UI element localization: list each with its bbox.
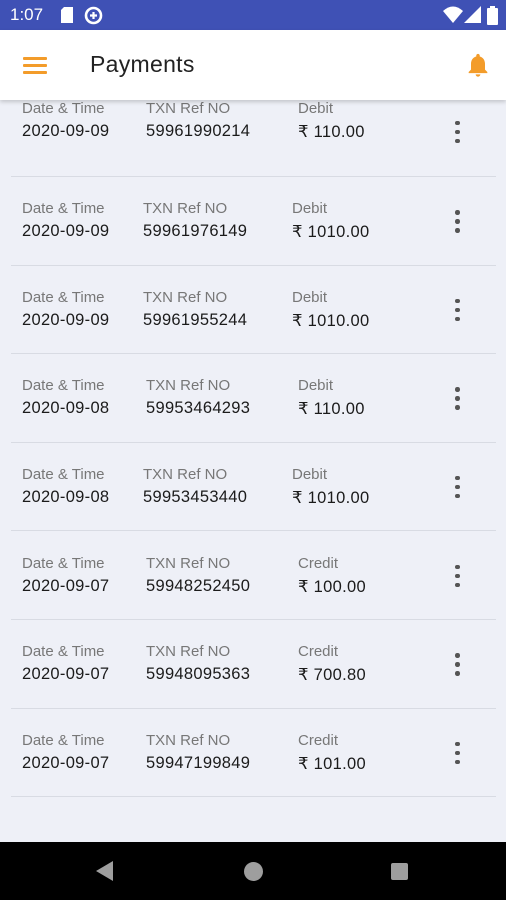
date-label: Date & Time bbox=[22, 100, 105, 117]
amount-value: ₹ 1010.00 bbox=[292, 488, 370, 507]
date-label: Date & Time bbox=[22, 643, 105, 661]
ref-label: TXN Ref NO bbox=[146, 377, 231, 395]
more-options-icon[interactable] bbox=[446, 119, 468, 147]
ref-value: 59961976149 bbox=[143, 222, 248, 241]
wifi-icon bbox=[443, 6, 463, 23]
ref-value: 59953453440 bbox=[143, 487, 248, 506]
date-value: 2020-09-07 bbox=[22, 753, 110, 772]
transaction-row[interactable]: Date & Time 2020-09-08 TXN Ref NO 599534… bbox=[0, 443, 506, 532]
amount-value: ₹ 700.80 bbox=[298, 666, 366, 685]
ref-value: 59961955244 bbox=[143, 310, 248, 329]
transaction-row[interactable]: Date & Time 2020-09-07 TXN Ref NO 599471… bbox=[0, 709, 506, 798]
ref-label: TXN Ref NO bbox=[143, 465, 228, 483]
ref-value: 59948095363 bbox=[146, 665, 251, 684]
type-label: Credit bbox=[298, 731, 339, 749]
amount-value: ₹ 110.00 bbox=[298, 400, 365, 419]
type-label: Credit bbox=[298, 554, 339, 572]
status-time: 1:07 bbox=[10, 5, 44, 24]
transaction-row[interactable]: Date & Time 2020-09-09 TXN Ref NO 599619… bbox=[0, 266, 506, 355]
more-options-icon[interactable] bbox=[446, 385, 468, 413]
ref-label: TXN Ref NO bbox=[143, 288, 228, 306]
amount-value: ₹ 1010.00 bbox=[292, 223, 370, 242]
type-label: Debit bbox=[298, 100, 334, 117]
more-options-icon[interactable] bbox=[446, 740, 468, 768]
ref-label: TXN Ref NO bbox=[146, 731, 231, 749]
data-saver-icon bbox=[84, 6, 103, 25]
transaction-row[interactable]: Date & Time 2020-09-09 TXN Ref NO 599619… bbox=[0, 177, 506, 266]
date-value: 2020-09-08 bbox=[22, 399, 110, 418]
transaction-row[interactable]: Date & Time 2020-09-07 TXN Ref NO 599482… bbox=[0, 532, 506, 621]
ref-label: TXN Ref NO bbox=[146, 554, 231, 572]
amount-value: ₹ 1010.00 bbox=[292, 311, 370, 330]
date-label: Date & Time bbox=[22, 377, 105, 395]
more-options-icon[interactable] bbox=[446, 474, 468, 502]
date-value: 2020-09-09 bbox=[22, 222, 110, 241]
transaction-row[interactable]: Date & Time 2020-09-09 TXN Ref NO 599619… bbox=[0, 100, 506, 178]
amount-value: ₹ 101.00 bbox=[298, 754, 366, 773]
back-icon[interactable] bbox=[96, 861, 113, 881]
ref-label: TXN Ref NO bbox=[146, 100, 231, 117]
more-options-icon[interactable] bbox=[446, 297, 468, 325]
date-label: Date & Time bbox=[22, 200, 105, 218]
ref-value: 59961990214 bbox=[146, 121, 251, 140]
page-title: Payments bbox=[90, 51, 195, 77]
date-value: 2020-09-07 bbox=[22, 576, 110, 595]
more-options-icon[interactable] bbox=[446, 563, 468, 591]
home-icon[interactable] bbox=[244, 862, 263, 881]
type-label: Debit bbox=[292, 465, 328, 483]
ref-label: TXN Ref NO bbox=[143, 200, 228, 218]
amount-value: ₹ 100.00 bbox=[298, 577, 366, 596]
status-bar: 1:07 bbox=[0, 0, 506, 30]
type-label: Credit bbox=[298, 643, 339, 661]
battery-icon bbox=[487, 6, 498, 25]
hamburger-menu-icon[interactable] bbox=[22, 52, 48, 78]
recents-icon[interactable] bbox=[391, 863, 408, 880]
sd-card-icon bbox=[61, 7, 73, 23]
date-label: Date & Time bbox=[22, 731, 105, 749]
date-label: Date & Time bbox=[22, 554, 105, 572]
divider bbox=[11, 796, 496, 798]
date-value: 2020-09-08 bbox=[22, 487, 110, 506]
amount-value: ₹ 110.00 bbox=[298, 122, 365, 141]
ref-value: 59948252450 bbox=[146, 576, 251, 595]
bell-icon[interactable] bbox=[464, 51, 492, 79]
transaction-list: Date & Time 2020-09-09 TXN Ref NO 599619… bbox=[0, 100, 506, 842]
type-label: Debit bbox=[292, 288, 328, 306]
type-label: Debit bbox=[298, 377, 334, 395]
navigation-bar bbox=[0, 842, 506, 900]
date-label: Date & Time bbox=[22, 288, 105, 306]
ref-label: TXN Ref NO bbox=[146, 643, 231, 661]
ref-value: 59947199849 bbox=[146, 753, 251, 772]
type-label: Debit bbox=[292, 200, 328, 218]
more-options-icon[interactable] bbox=[446, 208, 468, 236]
date-value: 2020-09-09 bbox=[22, 121, 110, 140]
date-value: 2020-09-07 bbox=[22, 665, 110, 684]
date-label: Date & Time bbox=[22, 465, 105, 483]
transaction-row[interactable]: Date & Time 2020-09-08 TXN Ref NO 599534… bbox=[0, 354, 506, 443]
app-bar: Payments bbox=[0, 30, 506, 100]
more-options-icon[interactable] bbox=[446, 651, 468, 679]
signal-icon bbox=[464, 6, 481, 23]
ref-value: 59953464293 bbox=[146, 399, 251, 418]
transaction-row[interactable]: Date & Time 2020-09-07 TXN Ref NO 599480… bbox=[0, 620, 506, 709]
date-value: 2020-09-09 bbox=[22, 310, 110, 329]
